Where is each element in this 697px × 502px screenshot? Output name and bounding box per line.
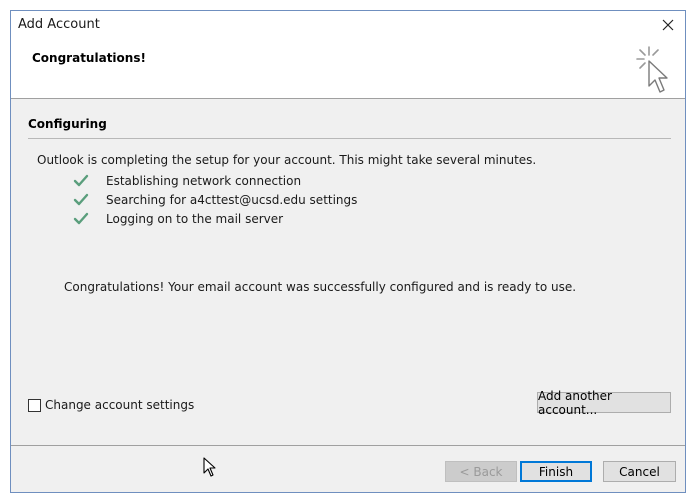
step-label: Searching for a4cttest@ucsd.edu settings: [106, 193, 358, 207]
header-title: Congratulations!: [32, 51, 146, 65]
finish-button[interactable]: Finish: [520, 461, 592, 482]
configuring-title: Configuring: [28, 117, 107, 131]
footer-divider: [11, 445, 685, 446]
step-network-connection: Establishing network connection: [73, 172, 301, 190]
window-title: Add Account: [18, 17, 100, 32]
step-label: Establishing network connection: [106, 174, 302, 188]
step-mail-server-logon: Logging on to the mail server: [73, 210, 283, 228]
title-bar: Add Account: [11, 11, 685, 39]
step-search-settings: Searching for a4cttest@ucsd.edu settings: [73, 191, 357, 209]
mouse-pointer-icon: [203, 457, 216, 477]
close-icon: [662, 19, 674, 31]
cancel-button[interactable]: Cancel: [603, 461, 676, 482]
wizard-header: Congratulations!: [11, 39, 685, 99]
change-account-settings-label[interactable]: Change account settings: [45, 398, 194, 412]
change-account-settings-checkbox[interactable]: [28, 398, 41, 412]
back-button[interactable]: < Back: [445, 461, 517, 482]
section-divider: [28, 138, 671, 139]
checkmark-icon: [73, 193, 89, 206]
close-button[interactable]: [651, 11, 685, 39]
checkmark-icon: [73, 174, 89, 187]
success-message: Congratulations! Your email account was …: [64, 280, 577, 294]
add-another-account-button[interactable]: Add another account...: [537, 389, 671, 417]
change-account-settings-option[interactable]: Change account settings: [28, 398, 194, 412]
setup-intro-text: Outlook is completing the setup for your…: [37, 153, 537, 167]
checkmark-icon: [73, 212, 89, 225]
wizard-cursor-icon: [636, 46, 668, 93]
step-label: Logging on to the mail server: [106, 212, 284, 226]
add-account-dialog: Add Account Congratulations! Configuring…: [10, 10, 686, 493]
